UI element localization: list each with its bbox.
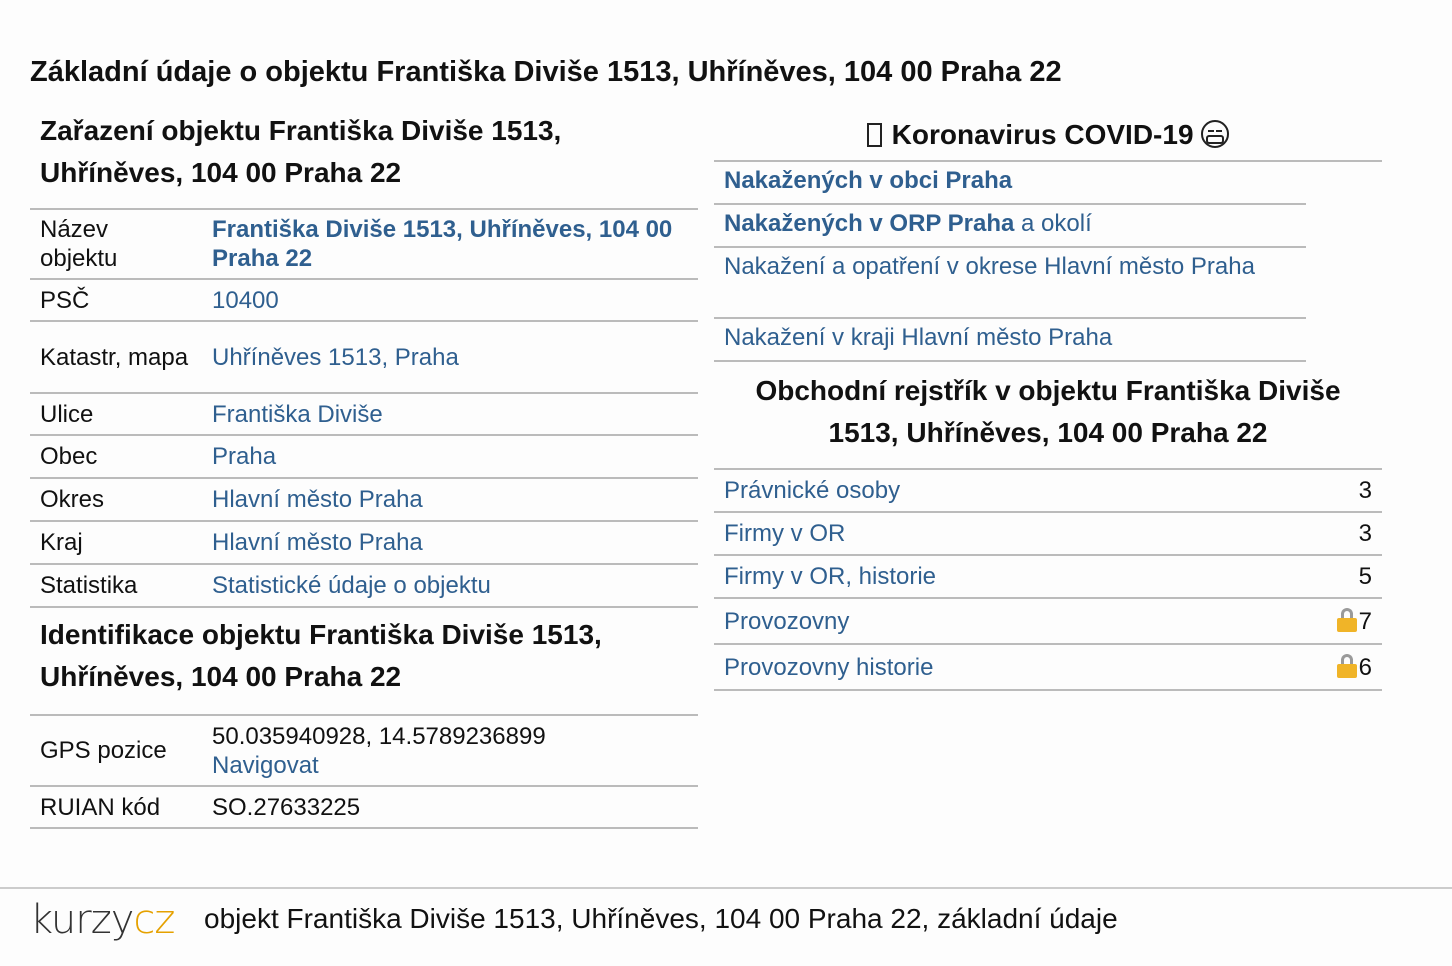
ruian-label: RUIAN kód bbox=[30, 786, 202, 829]
navigate-link[interactable]: Navigovat bbox=[212, 752, 319, 779]
table-row: Firmy v OR, historie 5 bbox=[714, 555, 1382, 599]
psc-link[interactable]: 10400 bbox=[212, 287, 279, 314]
covid-orp-link[interactable]: Nakažených v ORP Praha bbox=[724, 210, 1014, 237]
row-label: Ulice bbox=[30, 393, 202, 436]
legal-entities-count: 3 bbox=[1253, 468, 1382, 513]
street-link[interactable]: Františka Diviše bbox=[212, 401, 383, 428]
table-row: Název objektu Františka Diviše 1513, Uhř… bbox=[30, 208, 698, 280]
table-row: Provozovny historie 6 bbox=[714, 644, 1382, 691]
row-label: Obec bbox=[30, 435, 202, 479]
region-link[interactable]: Hlavní město Praha bbox=[212, 529, 423, 556]
face-mask-icon bbox=[1201, 120, 1230, 148]
lock-icon bbox=[1336, 607, 1357, 632]
right-column: Koronavirus COVID-19 Nakažených v obci P… bbox=[714, 110, 1382, 691]
list-item: Nakažených v obci Praha bbox=[714, 162, 1306, 205]
companies-link[interactable]: Firmy v OR bbox=[724, 520, 845, 547]
row-label: Katastr, mapa bbox=[30, 321, 202, 394]
table-row: Právnické osoby 3 bbox=[714, 468, 1382, 513]
footer: kurzycz objekt Františka Diviše 1513, Uh… bbox=[0, 887, 1452, 966]
table-row: Firmy v OR 3 bbox=[714, 512, 1382, 556]
business-title: Obchodní rejstřík v objektu Františka Di… bbox=[755, 375, 1341, 448]
premises-history-count: 6 bbox=[1358, 653, 1372, 681]
municipality-link[interactable]: Praha bbox=[212, 443, 276, 470]
table-row: PSČ 10400 bbox=[30, 279, 698, 322]
covid-header: Koronavirus COVID-19 bbox=[714, 110, 1382, 162]
table-row: Obec Praha bbox=[30, 435, 698, 479]
covid-district-link[interactable]: Nakažení a opatření v okrese Hlavní měst… bbox=[724, 253, 1255, 280]
covid-orp-suffix: a okolí bbox=[1014, 210, 1092, 237]
table-row: RUIAN kód SO.27633225 bbox=[30, 786, 698, 829]
page: Základní údaje o objektu Františka Diviš… bbox=[0, 0, 1452, 966]
left-column: Zařazení objektu Františka Diviše 1513, … bbox=[30, 110, 698, 829]
covid-title-block: Koronavirus COVID-19 bbox=[714, 110, 1382, 160]
table-row: GPS pozice 50.035940928, 14.5789236899 N… bbox=[30, 714, 698, 787]
box-glyph-icon bbox=[866, 123, 882, 147]
premises-history-link[interactable]: Provozovny historie bbox=[724, 654, 933, 681]
page-title: Základní údaje o objektu Františka Diviš… bbox=[30, 56, 1062, 88]
ruian-value: SO.27633225 bbox=[202, 786, 698, 829]
premises-link[interactable]: Provozovny bbox=[724, 608, 849, 635]
identification-table: GPS pozice 50.035940928, 14.5789236899 N… bbox=[30, 714, 698, 829]
table-row: Statistika Statistické údaje o objektu bbox=[30, 564, 698, 608]
covid-title: Koronavirus COVID-19 bbox=[891, 119, 1194, 150]
statistics-link[interactable]: Statistické údaje o objektu bbox=[212, 572, 491, 599]
companies-history-link[interactable]: Firmy v OR, historie bbox=[724, 563, 936, 590]
table-row: Provozovny 7 bbox=[714, 598, 1382, 645]
object-name-link[interactable]: Františka Diviše 1513, Uhříněves, 104 00… bbox=[212, 216, 672, 272]
table-row: Kraj Hlavní město Praha bbox=[30, 521, 698, 565]
business-table: Právnické osoby 3 Firmy v OR 3 Firmy v O… bbox=[714, 468, 1382, 691]
row-label: Okres bbox=[30, 478, 202, 522]
row-label: Statistika bbox=[30, 564, 202, 608]
companies-count: 3 bbox=[1253, 512, 1382, 556]
district-link[interactable]: Hlavní město Praha bbox=[212, 486, 423, 513]
table-row: Okres Hlavní město Praha bbox=[30, 478, 698, 522]
covid-links: Nakažených v obci Praha Nakažených v ORP… bbox=[714, 162, 1306, 362]
list-item: Nakažení v kraji Hlavní město Praha bbox=[714, 319, 1306, 362]
legal-entities-link[interactable]: Právnické osoby bbox=[724, 477, 900, 504]
classification-title: Zařazení objektu Františka Diviše 1513, … bbox=[40, 115, 562, 188]
premises-count: 7 bbox=[1358, 607, 1372, 635]
classification-table: Název objektu Františka Diviše 1513, Uhř… bbox=[30, 208, 698, 608]
table-row: Katastr, mapa Uhříněves 1513, Praha bbox=[30, 321, 698, 394]
kurzy-logo[interactable]: kurzycz bbox=[30, 897, 175, 943]
gps-label: GPS pozice bbox=[30, 714, 202, 787]
list-item: Nakažení a opatření v okrese Hlavní měst… bbox=[714, 248, 1306, 319]
table-row: Ulice Františka Diviše bbox=[30, 393, 698, 436]
list-item: Nakažených v ORP Praha a okolí bbox=[714, 205, 1306, 248]
companies-history-count: 5 bbox=[1253, 555, 1382, 599]
identification-title: Identifikace objektu Františka Diviše 15… bbox=[40, 619, 602, 692]
footer-caption: objekt Františka Diviše 1513, Uhříněves,… bbox=[204, 903, 1118, 934]
row-label: Kraj bbox=[30, 521, 202, 565]
gps-value: 50.035940928, 14.5789236899 bbox=[212, 722, 546, 750]
covid-region-link[interactable]: Nakažení v kraji Hlavní město Praha bbox=[724, 324, 1112, 351]
covid-city-link[interactable]: Nakažených v obci Praha bbox=[724, 167, 1012, 194]
row-label: PSČ bbox=[30, 279, 202, 322]
cadastre-link[interactable]: Uhříněves 1513, Praha bbox=[212, 344, 459, 371]
lock-icon bbox=[1336, 653, 1357, 678]
row-label: Název objektu bbox=[30, 208, 202, 280]
